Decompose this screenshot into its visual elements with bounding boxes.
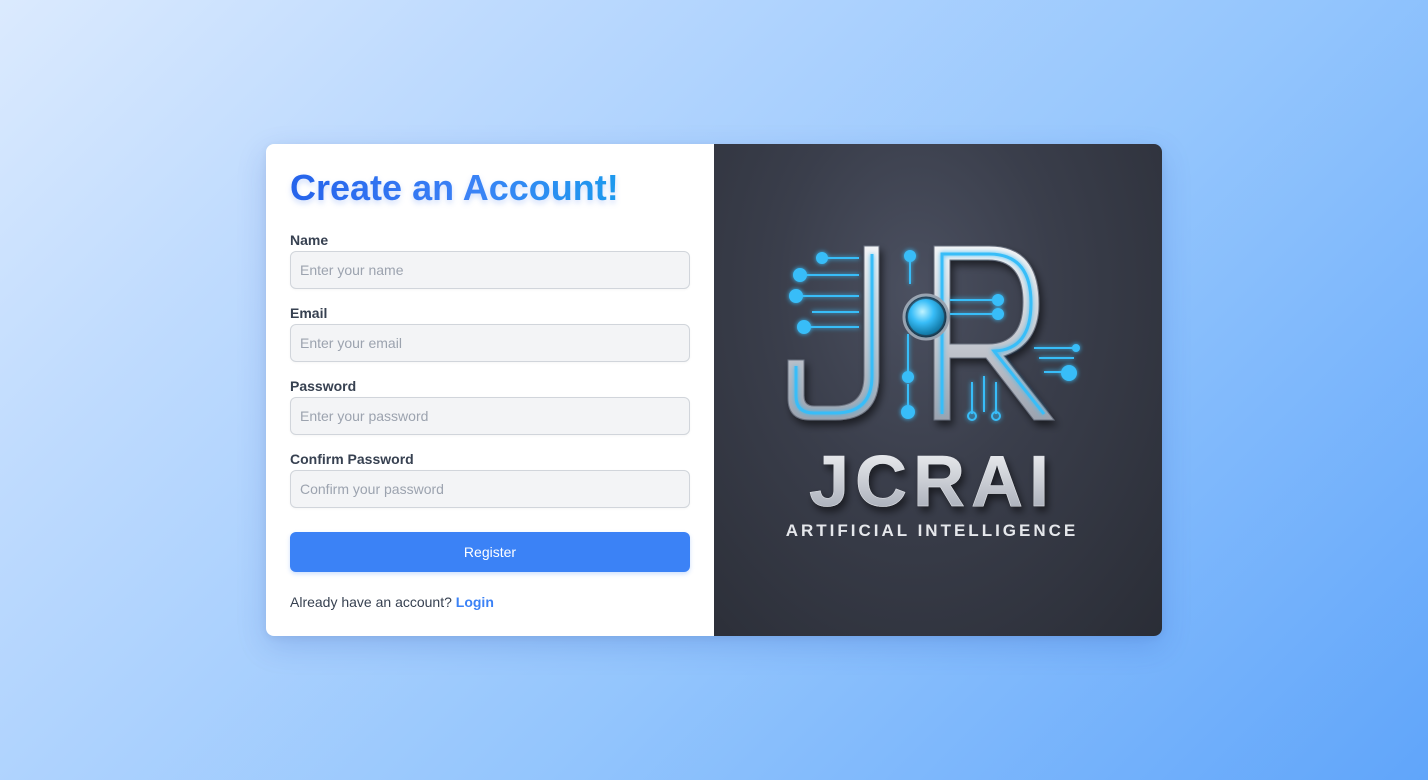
email-input[interactable] bbox=[290, 324, 690, 362]
register-button[interactable]: Register bbox=[290, 532, 690, 572]
jcrai-logo: JCRAI ARTIFICIAL INTELLIGENCE bbox=[786, 245, 1080, 540]
password-field-group: Password bbox=[290, 378, 690, 435]
email-label: Email bbox=[290, 305, 328, 321]
monogram-r bbox=[933, 245, 1056, 421]
login-link[interactable]: Login bbox=[456, 594, 494, 610]
password-label: Password bbox=[290, 378, 357, 394]
brand-name: JCRAI bbox=[809, 442, 1055, 522]
brand-logo-image: JCRAI ARTIFICIAL INTELLIGENCE bbox=[714, 144, 1162, 636]
password-input[interactable] bbox=[290, 397, 690, 435]
register-card: Create an Account! Name Email Password C… bbox=[266, 144, 1162, 636]
email-field-group: Email bbox=[290, 305, 690, 362]
register-form: Create an Account! Name Email Password C… bbox=[266, 144, 714, 636]
brand-tagline: ARTIFICIAL INTELLIGENCE bbox=[786, 521, 1079, 540]
login-prompt-text: Already have an account? bbox=[290, 594, 452, 610]
name-label: Name bbox=[290, 232, 329, 248]
name-input[interactable] bbox=[290, 251, 690, 289]
name-field-group: Name bbox=[290, 232, 690, 289]
confirm-password-field-group: Confirm Password bbox=[290, 451, 690, 508]
orb-icon bbox=[908, 299, 944, 335]
confirm-password-input[interactable] bbox=[290, 470, 690, 508]
login-prompt-line: Already have an account? Login bbox=[290, 594, 690, 610]
page-title: Create an Account! bbox=[290, 166, 690, 210]
confirm-password-label: Confirm Password bbox=[290, 451, 414, 467]
circuit-lines-left bbox=[789, 252, 859, 334]
